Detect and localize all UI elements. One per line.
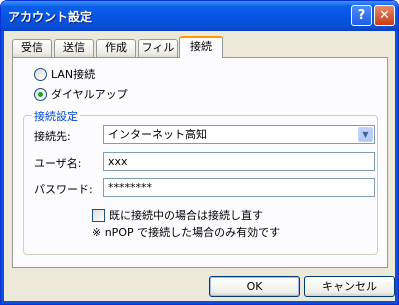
tab-connection[interactable]: 接続 [179, 36, 223, 58]
help-button[interactable]: ? [351, 5, 372, 26]
password-field[interactable]: ******** [103, 178, 375, 197]
close-icon: ✕ [379, 8, 390, 23]
window-frame-bottom [1, 301, 398, 304]
help-icon: ? [357, 8, 366, 23]
window-title: アカウント設定 [8, 10, 93, 24]
tab-filter[interactable]: フィルタ [138, 39, 178, 70]
note-text: ※ nPOP で接続した場合のみ有効です [92, 226, 281, 239]
title-bar[interactable]: アカウント設定 ? ✕ [1, 1, 398, 31]
dialup-connection-option[interactable]: ダイヤルアップ [34, 86, 128, 102]
tab-compose[interactable]: 作成 [96, 39, 136, 57]
username-field[interactable]: xxx [103, 152, 375, 171]
password-label: パスワード: [34, 183, 93, 196]
destination-value: インターネット高知 [108, 128, 207, 141]
window-frame-right [395, 31, 398, 304]
dialup-radio-label: ダイヤルアップ [51, 88, 128, 101]
account-settings-dialog: アカウント設定 ? ✕ 受信 送信 作成 フィルタ 接続 LAN接続 ダイヤルア… [0, 0, 399, 305]
close-button[interactable]: ✕ [374, 5, 395, 26]
ok-button[interactable]: OK [209, 276, 300, 297]
reconnect-checkbox[interactable] [92, 208, 105, 222]
lan-connection-option[interactable]: LAN接続 [34, 66, 95, 82]
chevron-down-icon[interactable]: ▼ [358, 127, 373, 142]
connection-settings-title: 接続設定 [32, 108, 80, 124]
lan-radio[interactable] [34, 67, 47, 81]
username-label: ユーザ名: [34, 157, 82, 170]
tab-receive[interactable]: 受信 [12, 39, 52, 57]
dialup-radio[interactable] [34, 87, 47, 101]
connection-tab-panel: LAN接続 ダイヤルアップ 接続設定 接続先: インターネット高知 ▼ ユーザ名… [12, 57, 388, 268]
reconnect-label: 既に接続中の場合は接続し直す [109, 209, 263, 222]
destination-select[interactable]: インターネット高知 ▼ [103, 125, 375, 144]
destination-label: 接続先: [34, 130, 71, 143]
cancel-button[interactable]: キャンセル [304, 276, 395, 297]
window-frame-left [1, 31, 4, 304]
tab-send[interactable]: 送信 [54, 39, 94, 57]
lan-radio-label: LAN接続 [51, 68, 96, 81]
reconnect-option[interactable]: 既に接続中の場合は接続し直す [92, 207, 263, 223]
